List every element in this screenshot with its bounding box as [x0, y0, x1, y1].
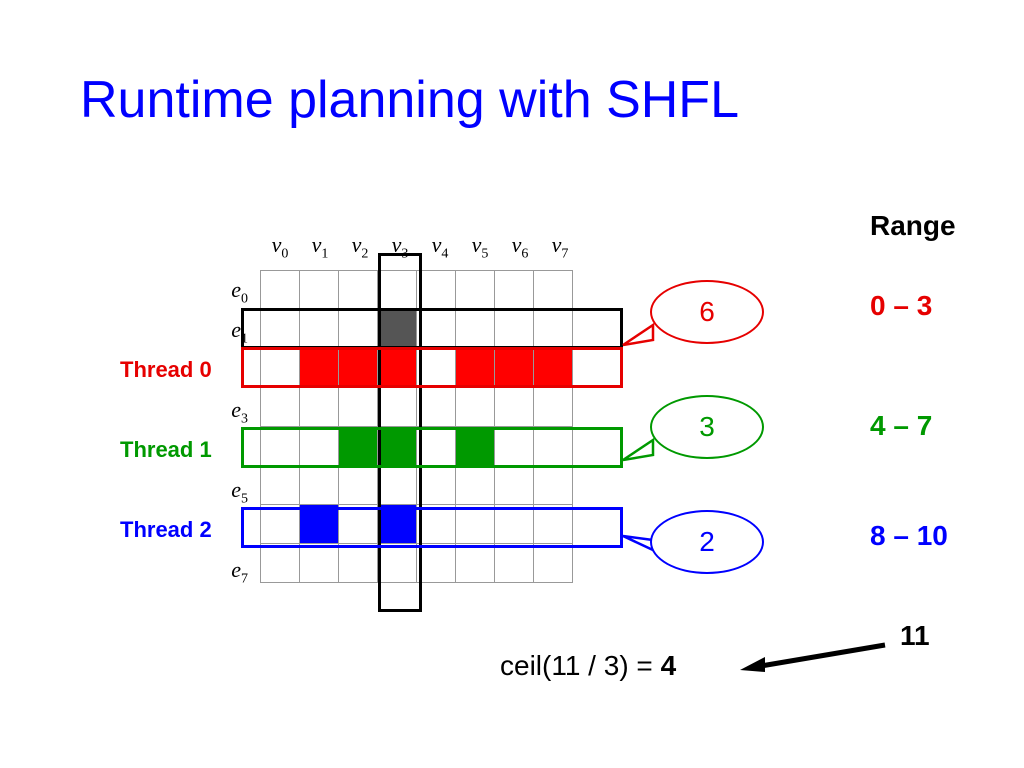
row-labels: e0 e1 e3 e5 e7	[218, 270, 248, 590]
grid	[260, 270, 573, 583]
arrow-icon	[740, 637, 890, 677]
ceil-formula: ceil(11 / 3) = 4	[500, 650, 676, 682]
callout-blue: 2	[650, 510, 764, 574]
thread1-label: Thread 1	[120, 437, 212, 463]
callout-tail-green	[618, 435, 658, 475]
callout-tail-red	[618, 320, 658, 360]
range-thread2: 8 – 10	[870, 520, 948, 552]
callout-green: 3	[650, 395, 764, 459]
column-labels: v0 v1 v2 v3 v4 v5 v6 v7	[260, 232, 580, 262]
callout-red: 6	[650, 280, 764, 344]
range-header: Range	[870, 210, 956, 242]
thread2-label: Thread 2	[120, 517, 212, 543]
thread0-label: Thread 0	[120, 357, 212, 383]
slide-title: Runtime planning with SHFL	[80, 70, 739, 130]
range-thread0: 0 – 3	[870, 290, 932, 322]
total-eleven: 11	[900, 620, 930, 652]
range-thread1: 4 – 7	[870, 410, 932, 442]
